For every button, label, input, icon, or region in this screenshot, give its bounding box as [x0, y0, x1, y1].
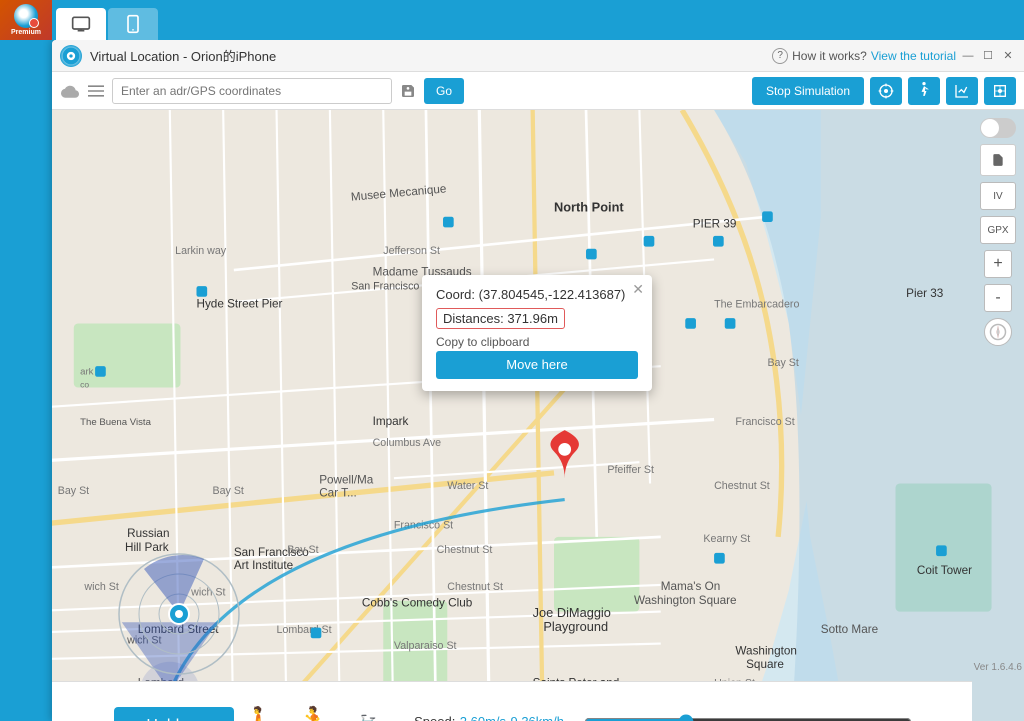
toolbar: Go Stop Simulation — [52, 72, 1024, 110]
minimize-button[interactable]: — — [960, 48, 976, 64]
svg-text:The Buena Vista: The Buena Vista — [80, 417, 151, 428]
map-area[interactable]: Musee Mecanique North Point PIER 39 Pier… — [52, 110, 1024, 721]
svg-text:Russian: Russian — [127, 527, 169, 540]
svg-text:ark: ark — [80, 367, 94, 378]
svg-text:PIER 39: PIER 39 — [693, 217, 737, 230]
svg-text:Cobb's Comedy Club: Cobb's Comedy Club — [362, 596, 473, 609]
cloud-icon[interactable] — [60, 81, 80, 101]
help-icon: ? — [772, 48, 788, 64]
svg-text:San Francisco: San Francisco — [351, 280, 419, 292]
run-mode-button[interactable]: 🏃 — [297, 705, 332, 721]
bike-mode-button[interactable]: 🚲 — [352, 706, 384, 721]
tutorial-link[interactable]: View the tutorial — [871, 49, 956, 63]
search-input[interactable] — [112, 78, 392, 104]
svg-text:Jefferson St: Jefferson St — [383, 245, 440, 257]
svg-text:Bay St: Bay St — [58, 485, 89, 497]
speed-label: Speed: — [414, 714, 455, 721]
svg-text:Impark: Impark — [373, 415, 409, 428]
svg-text:Kearny St: Kearny St — [703, 533, 750, 545]
distance-value: 371.96m — [507, 311, 558, 326]
jump-mode-button[interactable] — [984, 77, 1016, 105]
walk-icon: 🚶 — [242, 705, 277, 721]
distance-label: Distances: — [443, 311, 504, 326]
svg-text:Lombard St: Lombard St — [277, 624, 332, 636]
speed-ms: 2.60m/s — [460, 714, 506, 721]
help-text: How it works? — [792, 49, 867, 63]
help-section[interactable]: ? How it works? View the tutorial — [772, 48, 956, 64]
iv-label: IV — [993, 191, 1002, 202]
svg-text:Washington Square: Washington Square — [634, 594, 737, 607]
svg-text:Columbus Ave: Columbus Ave — [373, 437, 442, 449]
svg-text:Joe DiMaggio: Joe DiMaggio — [533, 605, 611, 620]
premium-badge: Premium — [0, 0, 52, 40]
tab-screen[interactable] — [56, 8, 106, 40]
svg-text:Chestnut St: Chestnut St — [437, 544, 493, 556]
list-icon[interactable] — [86, 81, 106, 101]
title-bar: Virtual Location - Orion的iPhone ? How it… — [52, 40, 1024, 72]
move-here-button[interactable]: Move here — [436, 351, 638, 379]
svg-text:Chestnut St: Chestnut St — [714, 480, 770, 492]
svg-text:Bay St: Bay St — [767, 357, 798, 369]
svg-text:Pier 33: Pier 33 — [906, 287, 943, 300]
speed-display: Speed: 2.60m/s 9.36km/h — [414, 713, 564, 721]
maximize-button[interactable]: ☐ — [980, 48, 996, 64]
svg-text:Larkin way: Larkin way — [175, 245, 227, 257]
gpx-button[interactable]: GPX — [980, 216, 1016, 244]
zoom-out-button[interactable]: - — [984, 284, 1012, 312]
speed-kmh: 9.36km/h — [510, 714, 563, 721]
bike-icon: 🚲 — [352, 706, 384, 721]
svg-text:Francisco St: Francisco St — [735, 416, 794, 428]
target-mode-button[interactable] — [870, 77, 902, 105]
save-icon[interactable] — [398, 81, 418, 101]
stop-simulation-button[interactable]: Stop Simulation — [752, 77, 864, 105]
svg-text:Sotto Mare: Sotto Mare — [821, 623, 878, 636]
svg-text:Bay St: Bay St — [287, 544, 318, 556]
svg-text:Playground: Playground — [543, 619, 608, 634]
window-title: Virtual Location - Orion的iPhone — [90, 46, 276, 65]
heading-circle — [114, 549, 244, 679]
svg-text:Coit Tower: Coit Tower — [917, 564, 972, 577]
svg-text:Powell/Ma: Powell/Ma — [319, 474, 374, 487]
svg-text:Mama's On: Mama's On — [661, 580, 721, 593]
popup-coordinate: Coord: (37.804545,-122.413687) — [436, 287, 638, 302]
close-button[interactable]: ✕ — [1000, 48, 1016, 64]
walk-mode-button[interactable]: 🚶 — [242, 705, 277, 721]
svg-text:Square: Square — [746, 658, 784, 671]
copy-clipboard-link[interactable]: Copy to clipboard — [436, 335, 529, 349]
hold-on-button[interactable]: Hold on — [114, 707, 234, 721]
file-button[interactable] — [980, 144, 1016, 176]
go-button[interactable]: Go — [424, 78, 464, 104]
coord-value: (37.804545,-122.413687) — [479, 287, 626, 302]
svg-text:Water St: Water St — [447, 480, 488, 492]
coord-label: Coord: — [436, 287, 475, 302]
zoom-in-button[interactable]: + — [984, 250, 1012, 278]
svg-text:North Point: North Point — [554, 199, 624, 214]
toggle-switch[interactable] — [980, 118, 1016, 138]
run-icon: 🏃 — [297, 705, 332, 721]
app-icon — [60, 45, 82, 67]
walk-mode-button[interactable] — [908, 77, 940, 105]
svg-text:Washington: Washington — [735, 644, 796, 657]
svg-text:Car T...: Car T... — [319, 486, 357, 499]
svg-text:The Embarcadero: The Embarcadero — [714, 298, 799, 310]
iv-button[interactable]: IV — [980, 182, 1016, 210]
tab-device[interactable] — [108, 8, 158, 40]
toggle-knob — [981, 119, 999, 137]
svg-text:Hyde Street Pier: Hyde Street Pier — [196, 297, 282, 310]
svg-text:co: co — [80, 379, 89, 389]
svg-text:Chestnut St: Chestnut St — [447, 581, 503, 593]
popup-distance: Distances: 371.96m — [436, 308, 565, 329]
route-mode-button[interactable] — [946, 77, 978, 105]
gpx-label: GPX — [987, 225, 1008, 236]
svg-text:Bay St: Bay St — [213, 485, 244, 497]
location-popup: ✕ Coord: (37.804545,-122.413687) Distanc… — [422, 275, 652, 391]
compass-button[interactable] — [984, 318, 1012, 346]
popup-close-button[interactable]: ✕ — [632, 281, 644, 298]
speed-slider[interactable] — [584, 714, 912, 721]
svg-text:Pfeiffer St: Pfeiffer St — [607, 464, 654, 476]
svg-text:Valparaiso St: Valparaiso St — [394, 640, 457, 652]
